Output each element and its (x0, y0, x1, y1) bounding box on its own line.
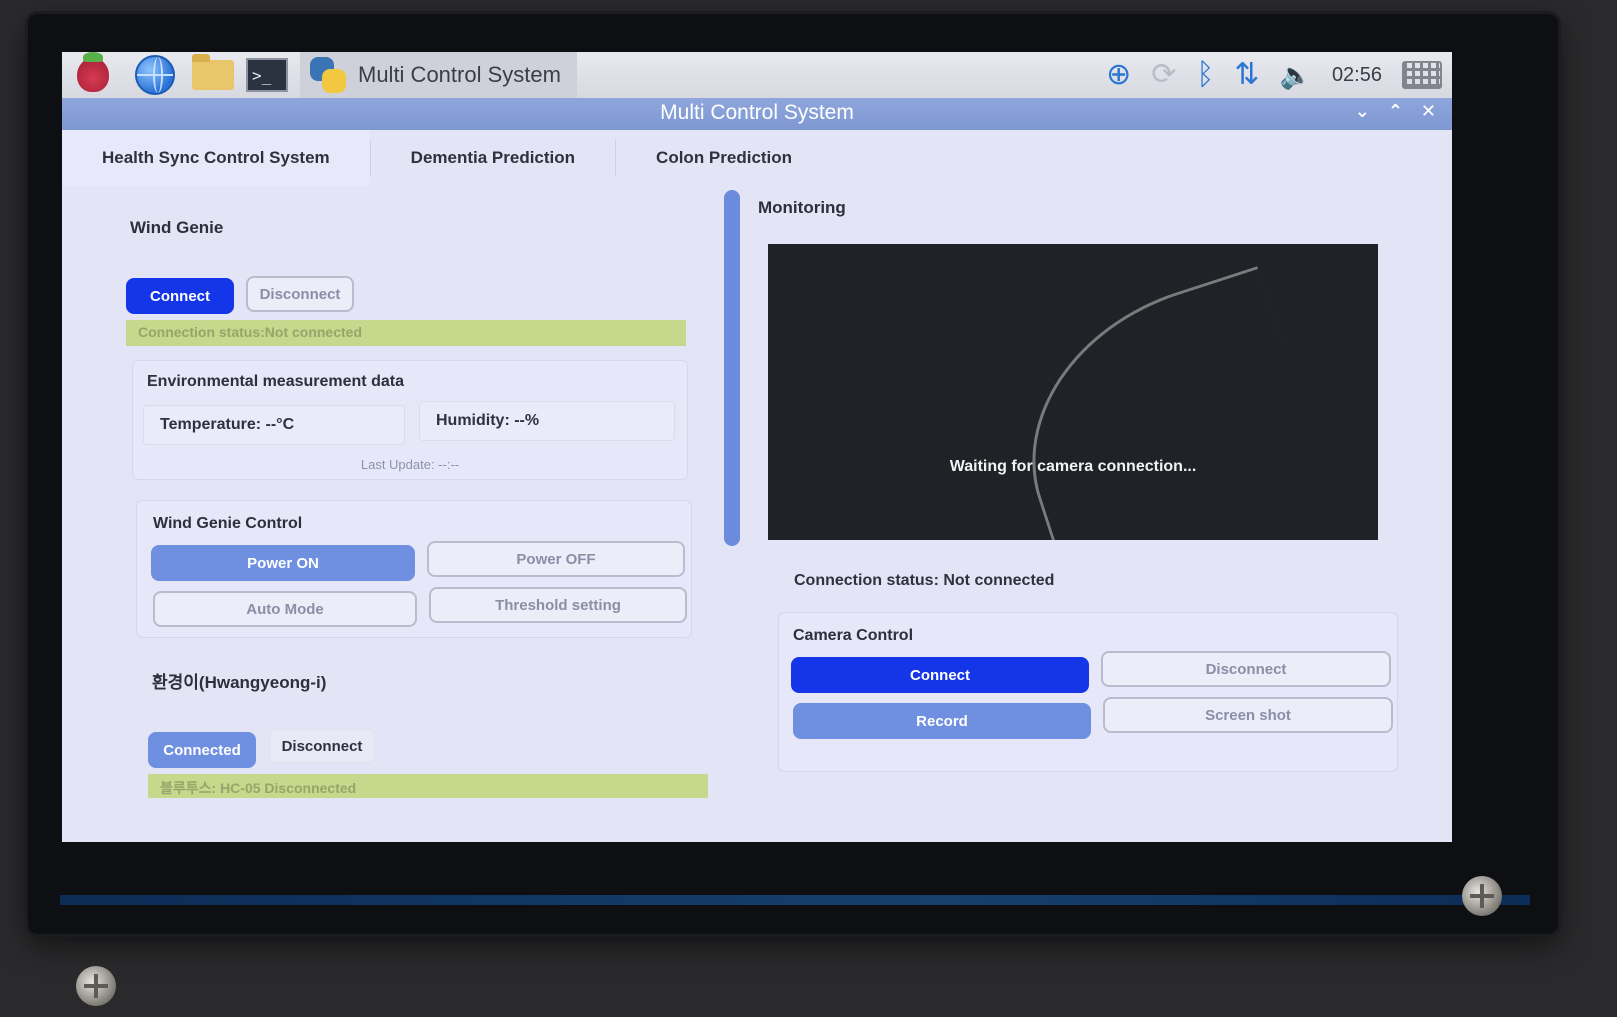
terminal-icon[interactable]: >_ (246, 56, 288, 94)
hwangyeong-title: 환경이(Hwangyeong-i) (152, 673, 327, 692)
screenshot-button[interactable]: Screen shot (1103, 697, 1393, 733)
screw-icon (1462, 876, 1502, 916)
wind-genie-disconnect-button[interactable]: Disconnect (246, 276, 354, 312)
hwangyeong-disconnect-button[interactable]: Disconnect (268, 728, 376, 764)
app-body: Health Sync Control System Dementia Pred… (62, 130, 1452, 842)
raspberry-menu-icon[interactable] (72, 52, 114, 94)
download-icon[interactable]: ⊕ (1106, 60, 1131, 90)
bluetooth-status: 블루투스: HC-05 Disconnected (148, 774, 708, 798)
screw-icon (76, 966, 116, 1006)
tab-health-sync[interactable]: Health Sync Control System (62, 130, 370, 186)
volume-icon[interactable]: 🔈 (1280, 62, 1312, 88)
taskbar-task-multi-control[interactable]: Multi Control System (300, 52, 577, 98)
record-button[interactable]: Record (793, 703, 1091, 739)
humidity-value: Humidity: --% (419, 401, 675, 441)
wind-genie-title: Wind Genie (130, 218, 224, 237)
wind-genie-status: Connection status:Not connected (126, 320, 686, 346)
network-icon[interactable]: ⇅ (1234, 60, 1259, 90)
monitoring-panel: Monitoring Waiting for camera connection… (754, 192, 1414, 832)
camera-feed: Waiting for camera connection... (768, 244, 1378, 540)
python-icon (308, 55, 348, 95)
clock[interactable]: 02:56 (1332, 64, 1382, 87)
power-off-button[interactable]: Power OFF (427, 541, 685, 577)
bezel-strip (60, 895, 1530, 905)
camera-connect-button[interactable]: Connect (791, 657, 1089, 693)
last-update: Last Update: --:-- (360, 457, 460, 472)
auto-mode-button[interactable]: Auto Mode (153, 591, 417, 627)
screen: >_ Multi Control System ⊕ ⟳ ᛒ ⇅ 🔈 02:56 … (62, 52, 1452, 842)
temperature-value: Temperature: --°C (143, 405, 405, 445)
wind-genie-panel: Wind Genie Connect Disconnect Connection… (112, 200, 712, 840)
wind-genie-control-card: Wind Genie Control Power ON Power OFF Au… (136, 500, 692, 638)
maximize-button[interactable]: ⌃ (1388, 101, 1403, 122)
task-title: Multi Control System (358, 62, 561, 87)
minimize-button[interactable]: ⌄ (1355, 101, 1370, 122)
close-button[interactable]: ✕ (1421, 101, 1436, 122)
scrollbar[interactable] (724, 190, 740, 546)
monitoring-title: Monitoring (758, 198, 846, 217)
window-titlebar[interactable]: Multi Control System ⌄ ⌃ ✕ (62, 98, 1452, 130)
sync-icon[interactable]: ⟳ (1151, 60, 1176, 90)
threshold-setting-button[interactable]: Threshold setting (429, 587, 687, 623)
hwangyeong-connected-button[interactable]: Connected (148, 732, 256, 768)
taskbar: >_ Multi Control System ⊕ ⟳ ᛒ ⇅ 🔈 02:56 (62, 52, 1452, 98)
file-manager-icon[interactable] (192, 54, 234, 94)
power-on-button[interactable]: Power ON (151, 545, 415, 581)
keyboard-icon[interactable] (1402, 61, 1442, 89)
environment-title: Environmental measurement data (147, 373, 404, 390)
tab-colon-prediction[interactable]: Colon Prediction (616, 130, 832, 186)
wind-genie-control-title: Wind Genie Control (153, 515, 303, 532)
environment-card: Environmental measurement data Temperatu… (132, 360, 688, 480)
web-browser-icon[interactable] (134, 55, 176, 95)
camera-waiting-message: Waiting for camera connection... (949, 458, 1197, 475)
window-title: Multi Control System (660, 101, 854, 124)
camera-control-card: Camera Control Connect Disconnect Record… (778, 612, 1398, 772)
tab-dementia-prediction[interactable]: Dementia Prediction (371, 130, 615, 186)
system-tray: ⊕ ⟳ ᛒ ⇅ 🔈 02:56 (1106, 52, 1442, 98)
wind-genie-connect-button[interactable]: Connect (126, 278, 234, 314)
camera-connection-status: Connection status: Not connected (794, 572, 1055, 589)
tab-bar: Health Sync Control System Dementia Pred… (62, 130, 1452, 186)
camera-control-title: Camera Control (793, 627, 914, 644)
bluetooth-icon[interactable]: ᛒ (1196, 60, 1214, 90)
camera-disconnect-button[interactable]: Disconnect (1101, 651, 1391, 687)
